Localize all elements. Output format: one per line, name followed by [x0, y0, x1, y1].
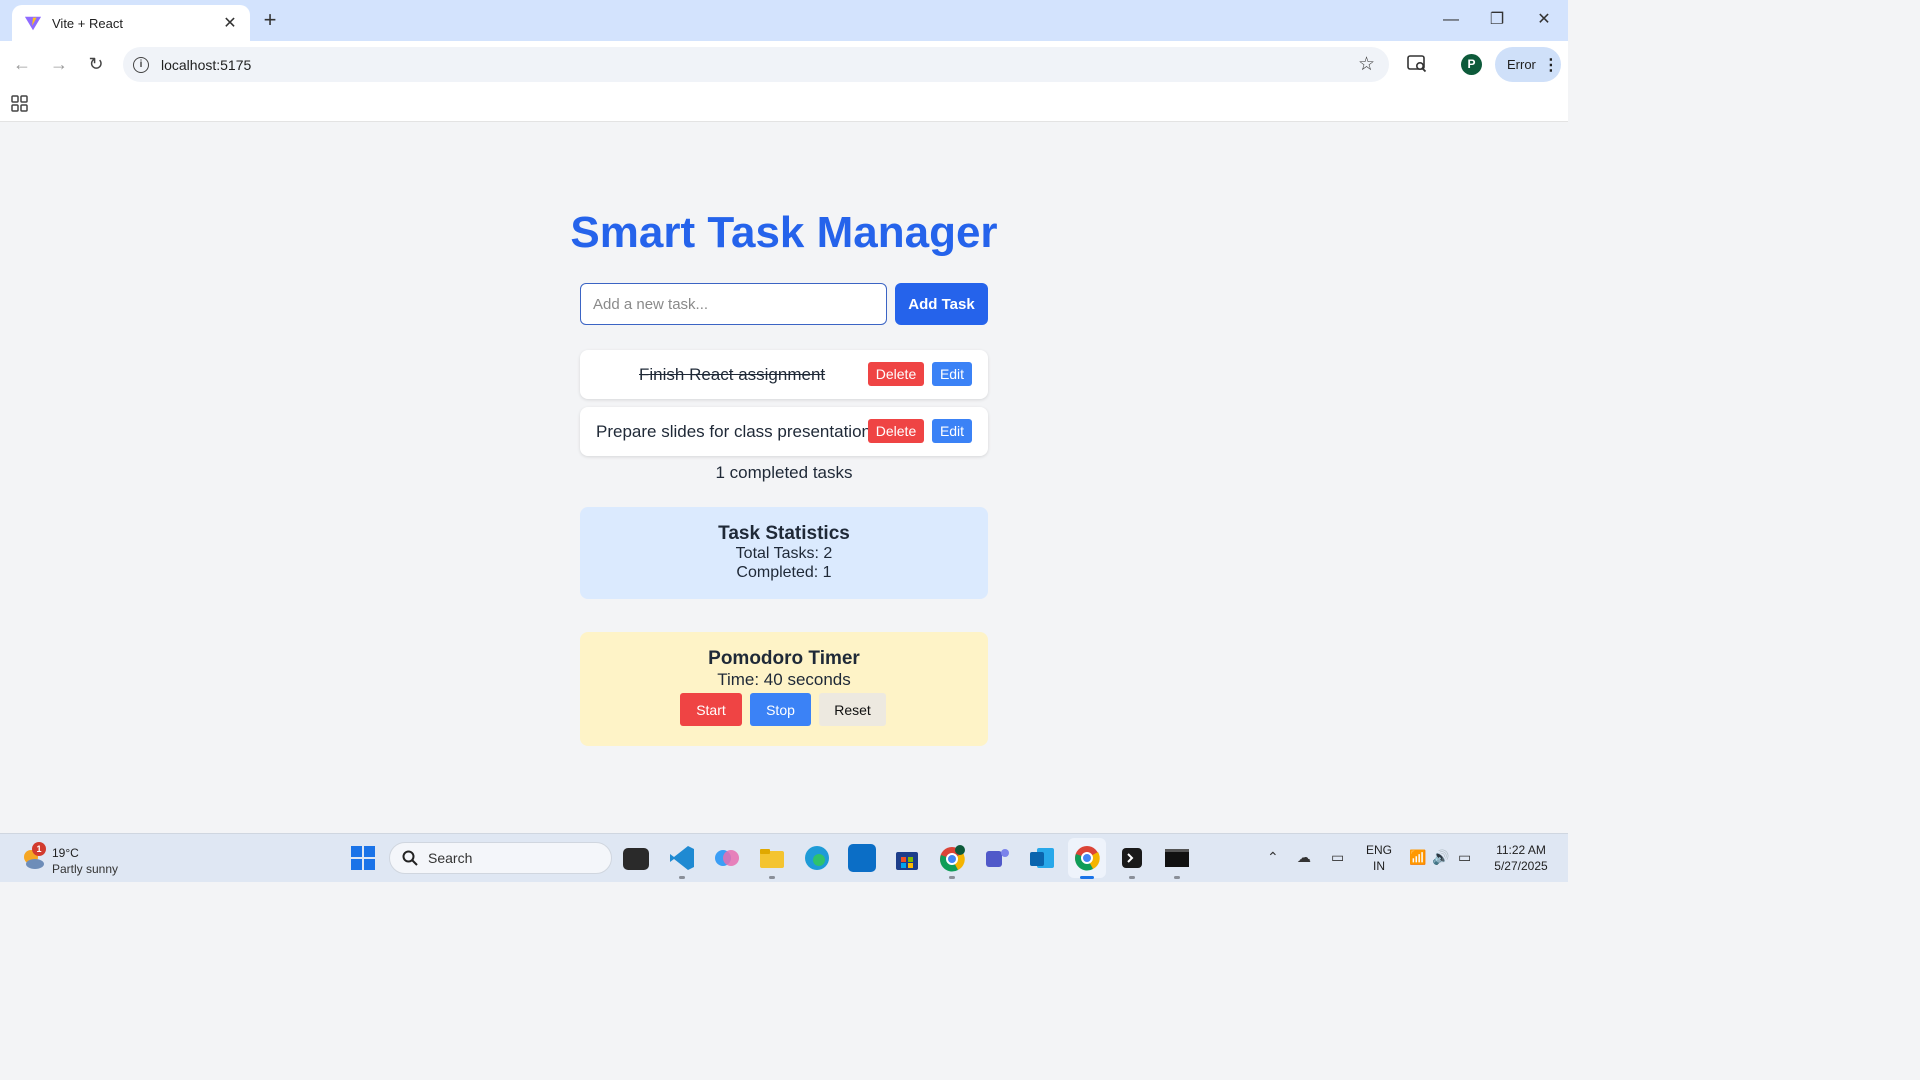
reset-button[interactable]: Reset: [819, 693, 886, 726]
completed-summary: 1 completed tasks: [715, 463, 853, 482]
vscode-icon[interactable]: [668, 844, 696, 872]
task-item: Finish React assignment Delete Edit: [580, 350, 988, 399]
language-region[interactable]: IN: [1362, 859, 1396, 873]
chrome-profile-icon[interactable]: [938, 844, 966, 872]
vite-logo-icon: [24, 16, 42, 31]
edit-task-button[interactable]: Edit: [932, 419, 972, 443]
chrome-dev-icon[interactable]: [1068, 838, 1106, 878]
chevron-up-icon[interactable]: ⌃: [1267, 849, 1279, 866]
dell-icon[interactable]: [848, 844, 876, 872]
taskbar-search[interactable]: Search: [389, 842, 612, 874]
task-view-icon[interactable]: [623, 848, 649, 870]
search-label: Search: [428, 850, 473, 866]
add-task-button[interactable]: Add Task: [895, 283, 988, 325]
new-task-input[interactable]: [580, 283, 887, 325]
language-code[interactable]: ENG: [1362, 843, 1396, 857]
clock-time[interactable]: 11:22 AM: [1486, 843, 1556, 857]
tab-strip: Vite + React ✕ + — ❐ ✕: [0, 0, 1568, 41]
timer-controls: Start Stop Reset: [580, 693, 988, 726]
page-title: Smart Task Manager: [570, 208, 998, 257]
weather-description: Partly sunny: [52, 862, 119, 876]
tab-title: Vite + React: [52, 15, 123, 31]
task-statistics-panel: Task Statistics Total Tasks: 2 Completed…: [580, 507, 988, 599]
address-bar[interactable]: i localhost:5175 ☆: [123, 47, 1389, 82]
windows-start-icon[interactable]: [351, 846, 375, 870]
weather-widget[interactable]: 1 19°C Partly sunny: [18, 840, 158, 876]
toolbar: ← → ↻ i localhost:5175 ☆ P Error ⋮: [0, 41, 1568, 88]
apps-grid-icon[interactable]: [11, 95, 28, 112]
start-button[interactable]: Start: [680, 693, 742, 726]
completed-tasks-text: Completed: 1: [736, 564, 832, 581]
delete-task-button[interactable]: Delete: [868, 419, 924, 443]
site-info-icon[interactable]: i: [133, 56, 149, 73]
running-indicator: [1174, 876, 1180, 879]
task-item: Prepare slides for class presentation De…: [580, 407, 988, 456]
battery-icon[interactable]: ▭: [1458, 849, 1471, 866]
page-viewport: Smart Task Manager Add Task Finish React…: [0, 123, 1568, 833]
minimize-icon[interactable]: —: [1436, 8, 1466, 32]
outlook-icon[interactable]: [1028, 844, 1056, 872]
pomodoro-panel: Pomodoro Timer Time: 40 seconds Start St…: [580, 632, 988, 746]
running-indicator: [769, 876, 775, 879]
teams-icon[interactable]: [983, 844, 1011, 872]
edit-task-button[interactable]: Edit: [932, 362, 972, 386]
error-label: Error: [1507, 57, 1536, 72]
running-indicator: [949, 876, 955, 879]
search-icon: [402, 850, 418, 866]
back-icon[interactable]: ←: [10, 52, 34, 76]
error-button[interactable]: Error ⋮: [1495, 47, 1561, 82]
clock-date[interactable]: 5/27/2025: [1486, 859, 1556, 873]
task-text[interactable]: Finish React assignment: [639, 350, 825, 399]
url-text[interactable]: localhost:5175: [161, 57, 251, 73]
weather-temperature: 19°C: [52, 846, 79, 860]
task-text[interactable]: Prepare slides for class presentation: [596, 407, 871, 456]
active-indicator: [1080, 876, 1094, 879]
weather-badge: 1: [32, 842, 46, 856]
edge-icon[interactable]: [803, 844, 831, 872]
delete-task-button[interactable]: Delete: [868, 362, 924, 386]
bookmarks-bar: [0, 88, 1568, 122]
volume-icon[interactable]: 🔊: [1432, 849, 1449, 866]
copilot-icon[interactable]: [713, 844, 741, 872]
new-tab-icon[interactable]: +: [260, 8, 280, 32]
running-indicator: [1129, 876, 1135, 879]
onedrive-error-icon[interactable]: ☁: [1297, 849, 1311, 866]
display-icon[interactable]: ▭: [1331, 849, 1344, 866]
store-icon[interactable]: [893, 844, 921, 872]
running-indicator: [679, 876, 685, 879]
browser-tab[interactable]: Vite + React ✕: [12, 5, 250, 41]
star-icon[interactable]: ☆: [1358, 53, 1375, 76]
statistics-heading: Task Statistics: [718, 523, 850, 544]
stop-button[interactable]: Stop: [750, 693, 811, 726]
restore-icon[interactable]: ❐: [1482, 8, 1512, 32]
pomodoro-heading: Pomodoro Timer: [708, 648, 860, 669]
file-explorer-icon[interactable]: [758, 844, 786, 872]
command-prompt-icon[interactable]: [1163, 844, 1191, 872]
kebab-icon: ⋮: [1542, 56, 1559, 74]
wifi-icon[interactable]: 📶: [1409, 849, 1426, 866]
reload-icon[interactable]: ↻: [84, 52, 108, 76]
taskbar: 1 19°C Partly sunny Search ⌃ ☁ ▭ ENG IN …: [0, 833, 1568, 882]
terminal-app-icon[interactable]: [1118, 844, 1146, 872]
profile-avatar[interactable]: P: [1461, 54, 1482, 75]
forward-icon[interactable]: →: [47, 52, 71, 76]
timer-text: Time: 40 seconds: [717, 670, 851, 689]
search-tabs-icon[interactable]: [1407, 55, 1427, 73]
window-close-icon[interactable]: ✕: [1529, 8, 1559, 32]
close-tab-icon[interactable]: ✕: [222, 13, 238, 33]
total-tasks-text: Total Tasks: 2: [735, 545, 833, 562]
